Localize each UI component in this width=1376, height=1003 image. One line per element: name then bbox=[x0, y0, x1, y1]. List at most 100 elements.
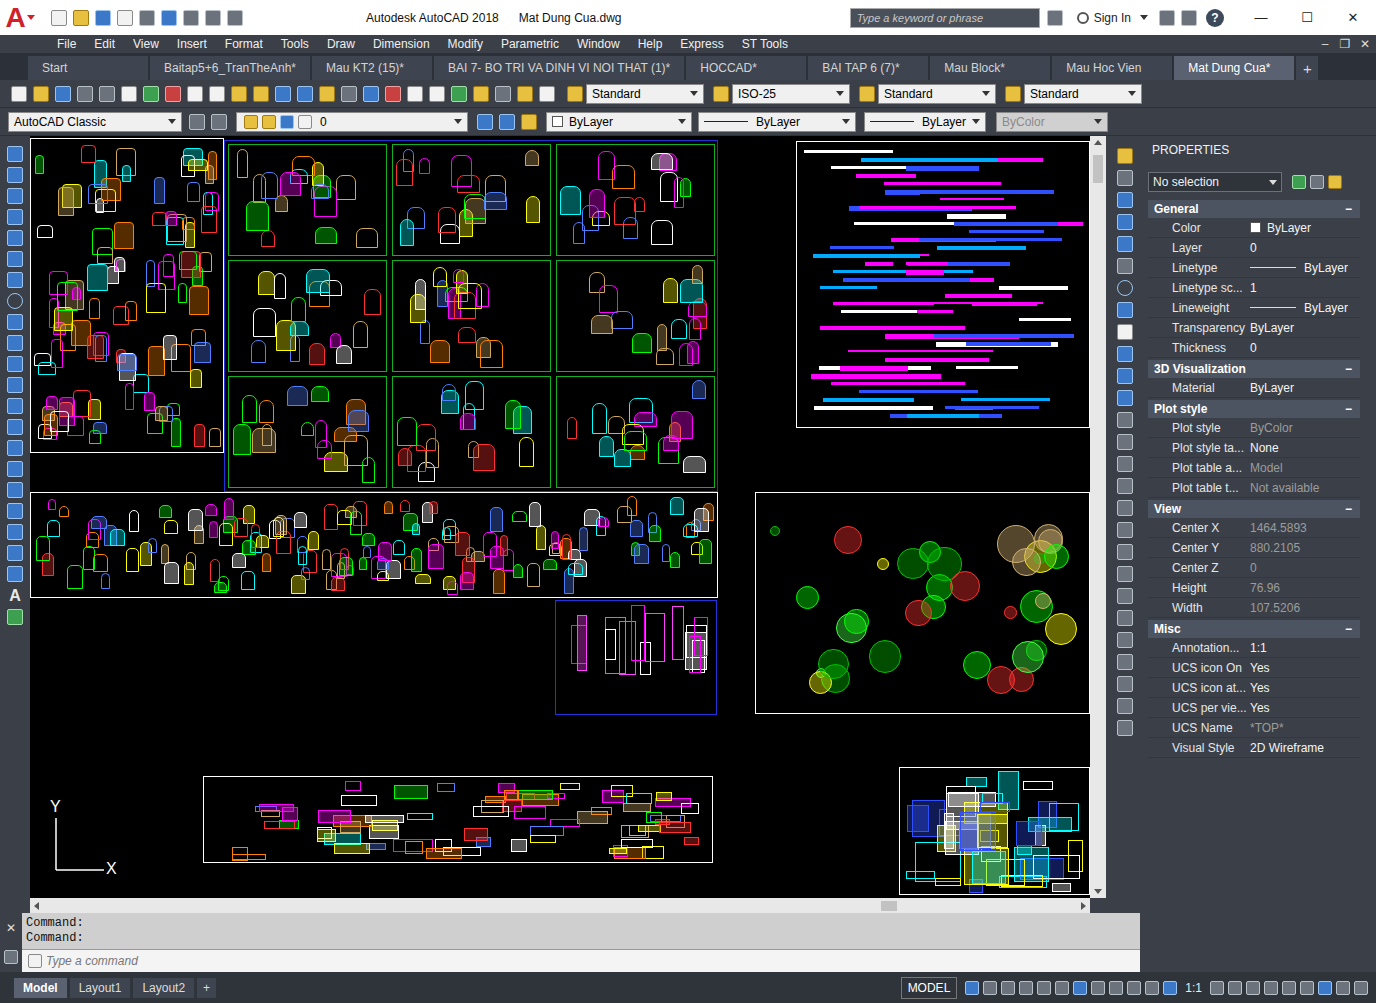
status-toggle-icon[interactable] bbox=[1354, 981, 1368, 995]
modify-tool-icon[interactable] bbox=[1117, 346, 1133, 362]
property-row[interactable]: Plot style ta...None bbox=[1148, 438, 1360, 458]
menu-item[interactable]: Format bbox=[216, 36, 272, 52]
property-row[interactable]: Plot styleByColor bbox=[1148, 418, 1360, 438]
property-row[interactable]: MaterialByLayer bbox=[1148, 378, 1360, 398]
draw-tool-icon[interactable] bbox=[7, 188, 23, 204]
toolbar-icon[interactable] bbox=[451, 86, 467, 102]
modify-tool-icon[interactable] bbox=[1117, 170, 1133, 186]
draw-tool-icon[interactable] bbox=[7, 503, 23, 519]
toolbar-icon[interactable] bbox=[385, 86, 401, 102]
color-dropdown[interactable]: ByLayer bbox=[546, 112, 692, 132]
section-header[interactable]: General− bbox=[1148, 200, 1360, 218]
window-control-button[interactable]: ✕ bbox=[1330, 0, 1376, 35]
document-control-button[interactable]: – bbox=[1316, 37, 1334, 51]
autodesk-icon[interactable] bbox=[1181, 10, 1197, 26]
scroll-thumb[interactable] bbox=[1093, 155, 1103, 183]
quick-access-icon[interactable] bbox=[161, 10, 177, 26]
draw-tool-icon[interactable] bbox=[7, 293, 23, 309]
linetype-dropdown[interactable]: ByLayer bbox=[698, 112, 856, 132]
drawing-block[interactable] bbox=[228, 260, 387, 372]
modify-tool-icon[interactable] bbox=[1117, 544, 1133, 560]
status-toggle-icon[interactable] bbox=[965, 981, 979, 995]
application-menu-button[interactable]: A bbox=[0, 0, 40, 35]
toggle-pickadd-icon[interactable] bbox=[1292, 175, 1306, 189]
modify-tool-icon[interactable] bbox=[1117, 588, 1133, 604]
drawing-block[interactable] bbox=[555, 600, 717, 715]
vertical-scrollbar[interactable] bbox=[1090, 136, 1106, 898]
property-row[interactable]: Linetype sc...1 bbox=[1148, 278, 1360, 298]
file-tab[interactable]: BAI TAP 6 (7)* bbox=[808, 56, 928, 80]
layout-tab[interactable]: Model bbox=[14, 978, 67, 998]
annotation-scale[interactable]: 1:1 bbox=[1179, 981, 1208, 995]
modify-tool-icon[interactable] bbox=[1117, 390, 1133, 406]
collapse-toggle[interactable]: − bbox=[1345, 202, 1352, 216]
file-tab[interactable]: HOCCAD* bbox=[686, 56, 806, 80]
property-row[interactable]: UCS icon at...Yes bbox=[1148, 678, 1360, 698]
modify-tool-icon[interactable] bbox=[1117, 654, 1133, 670]
modify-tool-icon[interactable] bbox=[1117, 280, 1133, 296]
toolbar-icon[interactable] bbox=[187, 86, 203, 102]
file-tab[interactable]: BAI 7- BO TRI VA DINH VI NOI THAT (1)* bbox=[434, 56, 684, 80]
drawing-block[interactable] bbox=[392, 144, 551, 256]
document-control-button[interactable]: ❐ bbox=[1336, 37, 1354, 51]
horizontal-scrollbar[interactable] bbox=[30, 898, 1090, 913]
style-dropdown[interactable]: ISO-25 bbox=[732, 84, 850, 104]
draw-tool-icon[interactable] bbox=[7, 146, 23, 162]
menu-item[interactable]: Parametric bbox=[492, 36, 568, 52]
help-button[interactable]: ? bbox=[1206, 9, 1224, 27]
drawing-block[interactable] bbox=[30, 138, 224, 453]
wrench-icon[interactable] bbox=[4, 950, 18, 964]
quick-access-icon[interactable] bbox=[227, 10, 243, 26]
toolbar-icon[interactable] bbox=[99, 86, 115, 102]
property-row[interactable]: TransparencyByLayer bbox=[1148, 318, 1360, 338]
draw-tool-icon[interactable] bbox=[7, 377, 23, 393]
menu-item[interactable]: Help bbox=[629, 36, 672, 52]
drawing-block[interactable] bbox=[556, 144, 715, 256]
selection-dropdown[interactable]: No selection bbox=[1148, 172, 1282, 192]
toolbar-icon[interactable] bbox=[319, 86, 335, 102]
property-row[interactable]: UCS icon OnYes bbox=[1148, 658, 1360, 678]
toolbar-icon[interactable] bbox=[407, 86, 423, 102]
draw-tool-icon[interactable] bbox=[7, 272, 23, 288]
drawing-block[interactable] bbox=[30, 492, 718, 598]
scroll-right-icon[interactable] bbox=[1081, 902, 1086, 910]
draw-tool-icon[interactable] bbox=[7, 251, 23, 267]
menu-item[interactable]: Express bbox=[671, 36, 732, 52]
draw-tool-icon[interactable] bbox=[7, 482, 23, 498]
layout-tab[interactable]: Layout1 bbox=[70, 978, 131, 998]
property-row[interactable]: Annotation...1:1 bbox=[1148, 638, 1360, 658]
property-row[interactable]: Center Z0 bbox=[1148, 558, 1360, 578]
draw-tool-icon[interactable] bbox=[7, 461, 23, 477]
modify-tool-icon[interactable] bbox=[1117, 698, 1133, 714]
menu-item[interactable]: Window bbox=[568, 36, 629, 52]
draw-tool-icon[interactable] bbox=[7, 335, 23, 351]
match-properties-icon[interactable] bbox=[521, 114, 537, 130]
property-row[interactable]: Visual Style2D Wireframe bbox=[1148, 738, 1360, 758]
modify-tool-icon[interactable] bbox=[1117, 478, 1133, 494]
status-toggle-icon[interactable] bbox=[1001, 981, 1015, 995]
quick-select-icon[interactable] bbox=[1328, 175, 1342, 189]
command-input[interactable] bbox=[44, 953, 1140, 969]
new-layout-button[interactable]: + bbox=[197, 978, 216, 998]
modify-tool-icon[interactable] bbox=[1117, 236, 1133, 252]
search-field[interactable] bbox=[850, 8, 1040, 28]
collapse-toggle[interactable]: − bbox=[1345, 622, 1352, 636]
style-dropdown[interactable]: Standard bbox=[1024, 84, 1142, 104]
status-toggle-icon[interactable] bbox=[1055, 981, 1069, 995]
file-tab[interactable]: Mau Block* bbox=[930, 56, 1050, 80]
drawing-canvas[interactable]: YX bbox=[30, 136, 1090, 898]
draw-tool-icon[interactable] bbox=[7, 230, 23, 246]
status-toggle-icon[interactable] bbox=[1264, 981, 1278, 995]
draw-tool-icon[interactable] bbox=[7, 209, 23, 225]
toolbar-icon[interactable] bbox=[363, 86, 379, 102]
modify-tool-icon[interactable] bbox=[1117, 412, 1133, 428]
property-row[interactable]: Thickness0 bbox=[1148, 338, 1360, 358]
modify-tool-icon[interactable] bbox=[1117, 302, 1133, 318]
toolbar-icon[interactable] bbox=[121, 86, 137, 102]
drawing-block[interactable] bbox=[899, 767, 1090, 895]
property-row[interactable]: Center Y880.2105 bbox=[1148, 538, 1360, 558]
property-row[interactable]: Layer0 bbox=[1148, 238, 1360, 258]
status-toggle-icon[interactable] bbox=[1109, 981, 1123, 995]
property-row[interactable]: LinetypeByLayer bbox=[1148, 258, 1360, 278]
gear-icon[interactable] bbox=[189, 114, 205, 130]
